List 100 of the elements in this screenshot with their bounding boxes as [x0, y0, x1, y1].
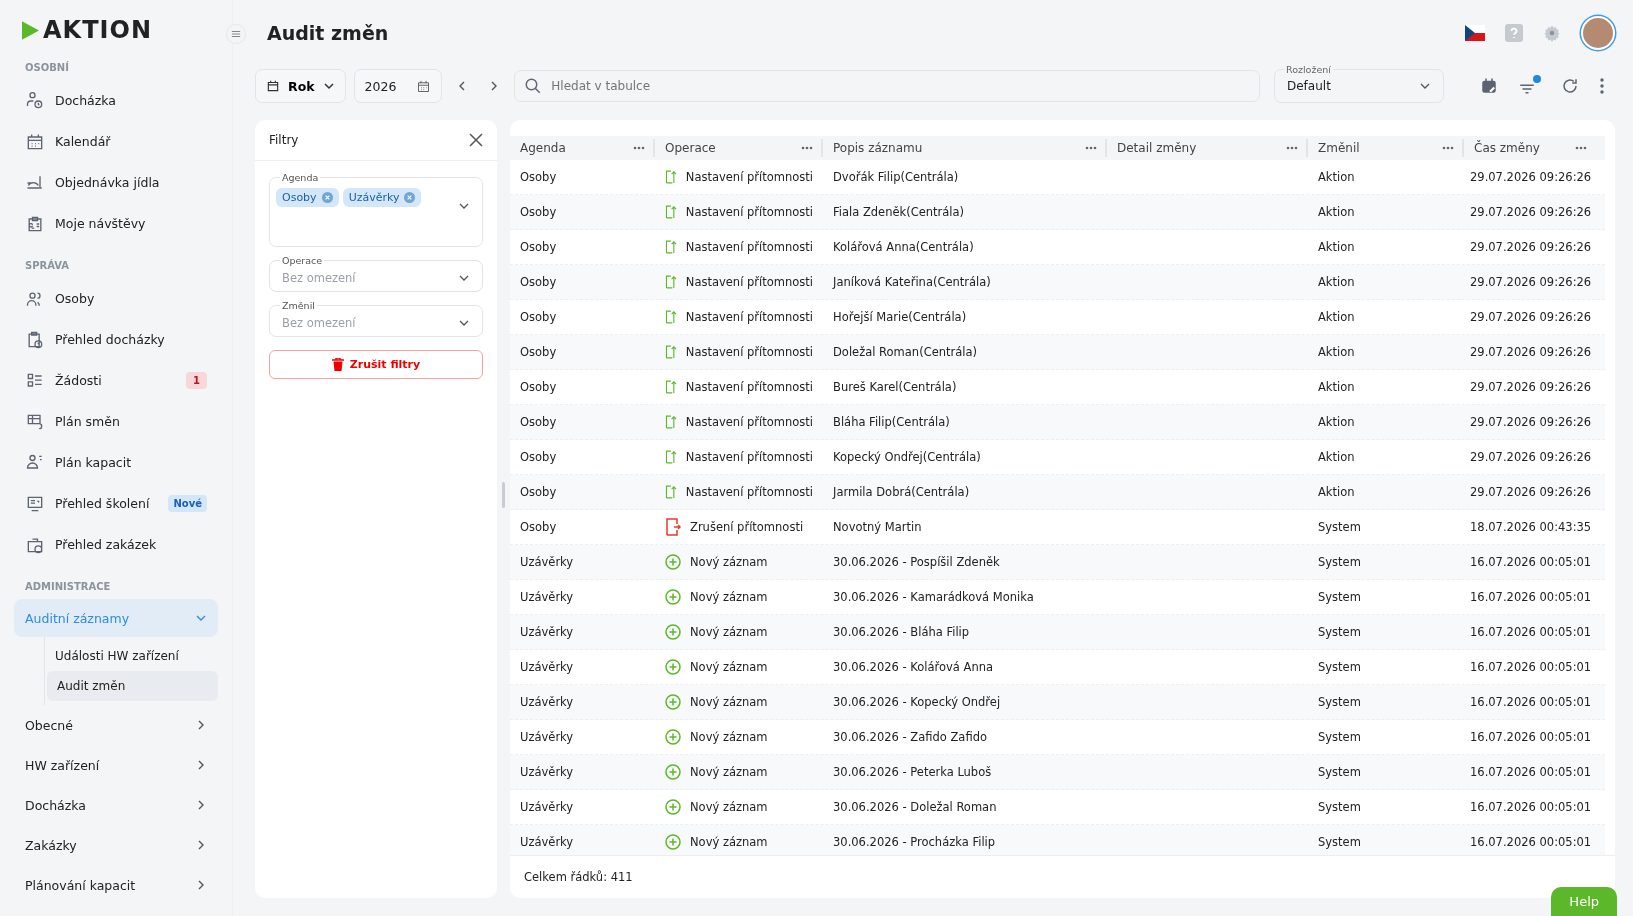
nav-item[interactable]: Přehled zakázek [14, 524, 218, 565]
nav-subitem[interactable]: Audit změn [47, 671, 218, 701]
column-header[interactable]: Detail změny [1107, 139, 1308, 157]
nav-group[interactable]: Zakázky [14, 825, 218, 865]
nav-item[interactable]: Plán směn [14, 401, 218, 442]
nav-item[interactable]: Žádosti 1 [14, 360, 218, 401]
nav-item[interactable]: Moje návštěvy [14, 203, 218, 244]
table-cell-text: 29.07.2026 09:26:26 [1469, 345, 1593, 359]
table-cell: Nastavení přítomnosti [685, 240, 813, 254]
table-cell-text: 29.07.2026 09:26:26 [1469, 205, 1593, 219]
table-cell-text: 16.07.2026 00:05:01 [1469, 730, 1593, 744]
table-cell-text: 30.06.2026 - Kopecký Ondřej [832, 695, 1002, 709]
table-cell-text: Aktion [1317, 275, 1356, 289]
table-cell-text: 30.06.2026 - Doležal Roman [832, 800, 998, 814]
nav-item[interactable]: Plán kapacit [14, 442, 218, 483]
nav-group[interactable]: Docházka [14, 785, 218, 825]
table-cell-text: Aktion [1317, 170, 1356, 184]
table-cell-text: System [1317, 555, 1362, 569]
table-cell-text: 29.07.2026 09:26:26 [1469, 415, 1593, 429]
door-arrow-icon [665, 343, 677, 361]
table-cell-text: Osoby [519, 170, 558, 184]
table-cell: Nový záznam [690, 660, 768, 674]
more-icon[interactable] [1575, 146, 1587, 150]
nav-item[interactable]: Přehled docházky [14, 319, 218, 360]
table-cell-text: System [1317, 800, 1362, 814]
plus-circle-icon [665, 624, 681, 640]
table-cell-text: System [1317, 835, 1362, 849]
nav-item[interactable]: Přehled školení Nové [14, 483, 218, 524]
table-cell-text: Osoby [519, 520, 558, 534]
table-cell: Nastavení přítomnosti [685, 275, 813, 289]
table-cell-text: Bláha Filip(Centrála) [832, 415, 951, 429]
table-cell-text: Fiala Zdeněk(Centrála) [832, 205, 966, 219]
table-cell-text: Aktion [1317, 205, 1356, 219]
search-field[interactable]: Hledat v tabulce [514, 70, 1260, 102]
table-cell-text: Uzávěrky [519, 800, 575, 814]
more-icon[interactable] [1085, 146, 1097, 150]
calendar-edit-icon[interactable] [1480, 77, 1498, 95]
page-title: Audit změn [267, 22, 389, 44]
nav-subitem[interactable]: Události HW zařízení [53, 641, 218, 671]
more-icon[interactable] [1599, 77, 1605, 95]
calendar-icon[interactable] [416, 78, 432, 94]
settings-icon[interactable] [1543, 24, 1561, 42]
filter-chip[interactable]: Osoby [276, 188, 339, 207]
plus-circle-icon [665, 834, 681, 850]
column-header[interactable]: Operace [655, 139, 823, 157]
table-cell-text: 16.07.2026 00:05:01 [1469, 835, 1593, 849]
year-field[interactable]: 2026 [353, 69, 443, 103]
table-cell-text: System [1317, 590, 1362, 604]
table-cell-text: Dvořák Filip(Centrála) [832, 170, 960, 184]
chevron-icon [322, 80, 335, 92]
logo-text: AKTION [43, 18, 152, 42]
flag-icon[interactable] [1465, 25, 1485, 41]
close-icon[interactable] [469, 133, 483, 147]
table-cell-text: Uzávěrky [519, 835, 575, 849]
column-header[interactable]: Čas změny [1464, 139, 1595, 157]
plus-circle-icon [665, 729, 681, 745]
table-cell-text: Aktion [1317, 450, 1356, 464]
table-cell-text: 30.06.2026 - Pospíšil Zdeněk [832, 555, 1001, 569]
more-icon[interactable] [801, 146, 813, 150]
more-icon[interactable] [633, 146, 645, 150]
column-header[interactable]: Popis záznamu [823, 139, 1107, 157]
table-cell-text: 16.07.2026 00:05:01 [1469, 800, 1593, 814]
table-cell-text: Hořejší Marie(Centrála) [832, 310, 968, 324]
table-cell: Nový záznam [690, 695, 768, 709]
nav-item[interactable]: Objednávka jídla [14, 162, 218, 203]
table-cell-text: 29.07.2026 09:26:26 [1469, 310, 1593, 324]
badge: Nové [168, 495, 207, 512]
more-icon[interactable] [1286, 146, 1298, 150]
trash-icon [331, 358, 344, 371]
plus-circle-icon [665, 799, 681, 815]
table-cell-text: Osoby [519, 380, 558, 394]
more-icon[interactable] [1442, 146, 1454, 150]
table-cell-text: System [1317, 695, 1362, 709]
column-header[interactable]: Změnil [1308, 139, 1464, 157]
table-cell-text: 18.07.2026 00:43:35 [1469, 520, 1593, 534]
table-cell-text: Kolářová Anna(Centrála) [832, 240, 975, 254]
nav-icon [25, 90, 45, 111]
plus-circle-icon [665, 764, 681, 780]
nav-item[interactable]: Osoby [14, 278, 218, 319]
nav-item[interactable]: Docházka [14, 80, 218, 121]
table-cell-text: Novotný Martin [832, 520, 923, 534]
table-cell-text: Aktion [1317, 345, 1356, 359]
table-cell: Nový záznam [690, 590, 768, 604]
menu-icon[interactable] [226, 24, 246, 44]
refresh-icon[interactable] [1561, 77, 1579, 95]
table-cell-text: Uzávěrky [519, 765, 575, 779]
avatar[interactable] [1581, 16, 1615, 50]
column-header[interactable]: Agenda [510, 139, 655, 157]
nav-group[interactable]: HW zařízení [14, 745, 218, 785]
clear-filters-button[interactable]: Zrušit filtry [269, 350, 483, 379]
table-cell-text: Uzávěrky [519, 695, 575, 709]
filter-chip[interactable]: Uzávěrky [342, 188, 422, 207]
table-cell: Nastavení přítomnosti [685, 345, 813, 359]
table-cell-text: Osoby [519, 205, 558, 219]
period-dropdown[interactable]: Rok [255, 69, 346, 103]
nav-item[interactable]: Kalendář [14, 121, 218, 162]
nav-group[interactable]: Plánování kapacit [14, 865, 218, 905]
table-cell: Nastavení přítomnosti [685, 170, 813, 184]
door-arrow-icon [665, 448, 677, 466]
nav-group[interactable]: Obecné [14, 705, 218, 745]
